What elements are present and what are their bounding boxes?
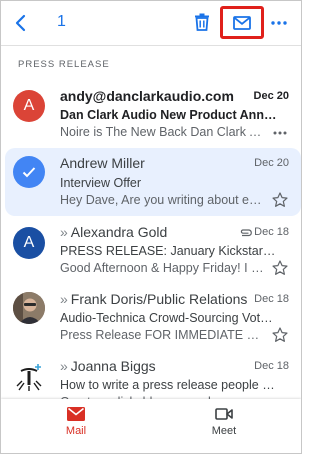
star-button[interactable] — [271, 259, 289, 277]
email-snippet: Hey Dave, Are you writing about entre… — [60, 193, 265, 207]
avatar-letter: A — [23, 97, 35, 114]
attachment-icon — [240, 229, 252, 237]
mark-unread-button[interactable] — [220, 6, 264, 39]
more-horizontal-icon — [271, 21, 287, 25]
sender-name: Frank Doris/Public Relations — [70, 291, 248, 307]
nav-mail[interactable]: Mail — [41, 407, 111, 437]
star-outline-icon — [272, 327, 288, 342]
email-more-button[interactable] — [271, 124, 289, 142]
thread-chevron-icon: » — [60, 358, 68, 374]
email-subject: Audio-Technica Crowd-Sourcing Vote… — [60, 311, 278, 325]
sender-name: Alexandra Gold — [70, 224, 168, 240]
email-subject: How to write a press release people w… — [60, 378, 278, 392]
avatar-letter: A — [23, 234, 35, 251]
email-subject: PRESS RELEASE: January Kickstarter… — [60, 244, 278, 258]
email-row[interactable]: A » Alexandra Gold Dec 18 PRESS RELEASE: … — [1, 216, 301, 284]
avatar: A — [13, 227, 45, 259]
person-photo-icon — [13, 292, 45, 324]
sender-name: Andrew Miller — [60, 155, 145, 171]
delete-button[interactable] — [191, 10, 213, 34]
photo-avatar — [13, 292, 45, 324]
back-button[interactable] — [9, 11, 31, 35]
section-label: PRESS RELEASE — [18, 59, 110, 70]
nav-mail-label: Mail — [65, 425, 87, 437]
avatar-selected — [13, 156, 45, 188]
star-button[interactable] — [271, 191, 289, 209]
sender-name: Joanna Biggs — [70, 358, 156, 374]
avatar: A — [13, 90, 45, 122]
star-outline-icon — [272, 192, 288, 207]
mail-icon — [67, 407, 85, 421]
email-row-selected[interactable]: Andrew Miller Dec 20 Interview Offer Hey… — [5, 148, 301, 216]
envelope-icon — [233, 15, 251, 30]
toolbar-divider — [1, 45, 301, 46]
star-outline-icon — [272, 260, 288, 275]
star-button[interactable] — [271, 326, 289, 344]
email-date: Dec 18 — [254, 226, 289, 238]
email-row[interactable]: A andy@danclarkaudio.com Dec 20 Dan Clar… — [1, 79, 301, 147]
bottom-navigation: Mail Meet — [1, 399, 301, 453]
nav-meet[interactable]: Meet — [189, 407, 259, 437]
email-date: Dec 20 — [253, 90, 289, 102]
email-date: Dec 20 — [254, 157, 289, 169]
email-snippet: Press Release FOR IMMEDIATE RELE… — [60, 328, 265, 342]
thread-chevron-icon: » — [60, 291, 68, 307]
video-camera-icon — [215, 408, 233, 420]
email-subject: Interview Offer — [60, 176, 142, 190]
thread-chevron-icon: » — [60, 224, 68, 240]
trash-icon — [195, 13, 209, 31]
email-subject: Dan Clark Audio New Product Anno… — [60, 108, 278, 122]
brand-logo-icon — [16, 364, 42, 391]
email-row[interactable]: » Frank Doris/Public Relations Dec 18 Aud… — [1, 285, 301, 353]
more-horizontal-icon — [273, 131, 287, 135]
nav-meet-label: Meet — [211, 425, 237, 437]
sender-line: » Alexandra Gold — [60, 224, 230, 240]
gmail-screen: 1 PRESS RELEASE A andy@danclarkaudio.com… — [0, 0, 302, 454]
more-options-button[interactable] — [267, 13, 291, 33]
sender-line: » Joanna Biggs — [60, 358, 250, 374]
selected-count: 1 — [57, 13, 66, 30]
email-snippet: Noire is The New Back Dan Clark Audi… — [60, 125, 265, 139]
selection-toolbar: 1 — [1, 1, 301, 45]
sender-name: andy@danclarkaudio.com — [60, 88, 234, 104]
email-date: Dec 18 — [254, 360, 289, 372]
back-arrow-icon — [15, 14, 26, 32]
email-snippet: Good Afternoon & Happy Friday! I am… — [60, 261, 265, 275]
email-date: Dec 18 — [254, 293, 289, 305]
check-icon — [22, 167, 36, 178]
logo-avatar — [13, 362, 45, 394]
sender-line: » Frank Doris/Public Relations — [60, 291, 250, 307]
